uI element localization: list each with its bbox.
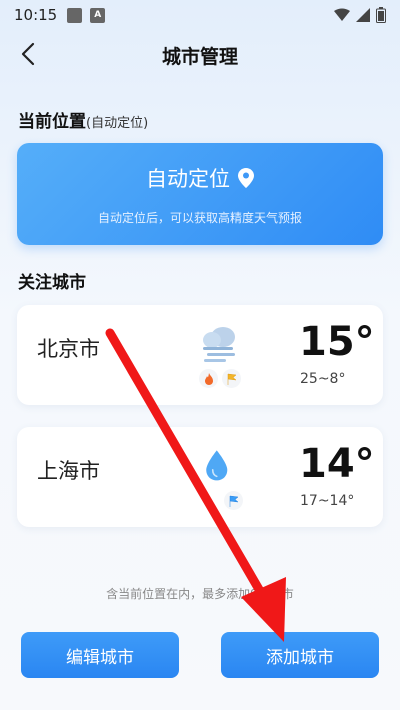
wifi-icon: [334, 8, 350, 21]
wind-flag-icon: [222, 369, 241, 388]
city-limit-note: 含当前位置在内，最多添加9个城市: [106, 587, 294, 601]
notification-letter-icon: A: [90, 7, 106, 23]
auto-locate-button[interactable]: 自动定位 自动定位后，可以获取高精度天气预报: [17, 143, 383, 245]
auto-locate-subtitle: 自动定位后，可以获取高精度天气预报: [97, 211, 302, 225]
location-pin-icon: [238, 168, 254, 188]
weather-alerts: [224, 491, 243, 510]
city-temp-range: 25~8°: [300, 371, 346, 387]
add-city-button[interactable]: 添加城市: [221, 632, 379, 678]
status-icons: [334, 7, 386, 23]
auto-locate-main: 自动定位: [17, 163, 383, 193]
header: 城市管理: [0, 30, 400, 78]
status-bar: 10:15 A: [0, 0, 400, 30]
city-temp-range: 17~14°: [300, 493, 355, 509]
page-title: 城市管理: [161, 46, 238, 68]
weather-alerts: [199, 369, 241, 388]
notification-icon: [67, 7, 83, 23]
current-location-label: 当前位置: [18, 112, 86, 132]
current-location-title: 当前位置(自动定位): [18, 107, 148, 132]
city-name: 上海市: [37, 459, 100, 483]
city-name: 北京市: [37, 337, 100, 361]
current-location-note: (自动定位): [86, 116, 149, 131]
fire-icon: [199, 369, 218, 388]
signal-icon: [356, 8, 370, 22]
city-card-shanghai[interactable]: 上海市 14° 17~14°: [17, 427, 383, 527]
auto-locate-label: 自动定位: [146, 167, 230, 191]
cloud-fog-icon: [203, 327, 235, 362]
wind-flag-icon: [224, 491, 243, 510]
battery-icon: [376, 7, 386, 23]
city-card-beijing[interactable]: 北京市 15° 25~8°: [17, 305, 383, 405]
raindrop-icon: [206, 450, 228, 481]
status-time: 10:15: [14, 6, 58, 24]
edit-city-button[interactable]: 编辑城市: [21, 632, 179, 678]
city-temperature: 15°: [299, 319, 375, 365]
city-temperature: 14°: [299, 441, 375, 487]
followed-cities-title: 关注城市: [18, 273, 86, 293]
